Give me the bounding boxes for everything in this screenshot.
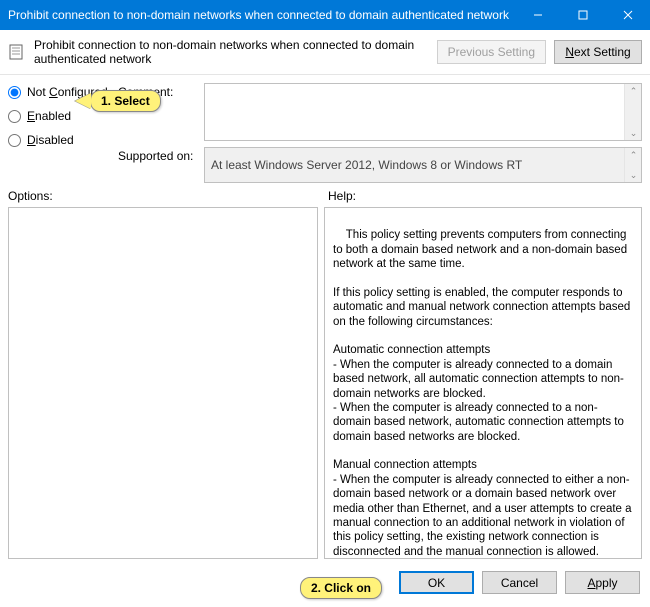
maximize-button[interactable] — [560, 0, 605, 30]
radio-disabled-label: Disabled — [27, 133, 74, 147]
titlebar: Prohibit connection to non-domain networ… — [0, 0, 650, 30]
chevron-down-icon: ⌄ — [625, 126, 642, 140]
dialog-button-row: OK Cancel Apply — [0, 565, 650, 602]
radio-disabled-input[interactable] — [8, 134, 21, 147]
fields-column: Comment: ⌃ ⌄ Supported on: At least Wind… — [118, 83, 642, 183]
previous-setting-label: Previous Setting — [448, 45, 535, 59]
main-split: This policy setting prevents computers f… — [0, 205, 650, 565]
apply-mnemonic: A — [587, 576, 595, 590]
help-label: Help: — [328, 189, 642, 203]
apply-label-rest: pply — [596, 576, 618, 590]
policy-header: Prohibit connection to non-domain networ… — [0, 30, 650, 75]
chevron-up-icon: ⌃ — [625, 84, 642, 98]
radio-not-configured[interactable]: Not Configured — [8, 85, 112, 99]
comment-row: Comment: ⌃ ⌄ — [118, 83, 642, 141]
comment-label: Comment: — [118, 83, 196, 141]
next-setting-mnemonic: N — [565, 45, 574, 59]
supported-row: Supported on: At least Windows Server 20… — [118, 147, 642, 183]
upper-section: Not Configured Enabled Disabled Comment:… — [0, 75, 650, 187]
radio-enabled-input[interactable] — [8, 110, 21, 123]
policy-heading: Prohibit connection to non-domain networ… — [34, 38, 429, 66]
comment-input[interactable]: ⌃ ⌄ — [204, 83, 642, 141]
window-title: Prohibit connection to non-domain networ… — [8, 8, 515, 22]
ok-button[interactable]: OK — [399, 571, 474, 594]
next-setting-label-rest: ext Setting — [574, 45, 631, 59]
help-panel[interactable]: This policy setting prevents computers f… — [324, 207, 642, 559]
ok-label: OK — [428, 576, 445, 590]
radio-enabled[interactable]: Enabled — [8, 109, 112, 123]
state-radio-group: Not Configured Enabled Disabled — [8, 83, 112, 183]
options-panel — [8, 207, 318, 559]
comment-scrollbar[interactable]: ⌃ ⌄ — [624, 84, 641, 140]
supported-on-box: At least Windows Server 2012, Windows 8 … — [204, 147, 642, 183]
policy-icon — [8, 43, 26, 61]
apply-button[interactable]: Apply — [565, 571, 640, 594]
cancel-button[interactable]: Cancel — [482, 571, 557, 594]
next-setting-button[interactable]: Next Setting — [554, 40, 642, 64]
radio-not-configured-input[interactable] — [8, 86, 21, 99]
help-text: This policy setting prevents computers f… — [333, 229, 635, 559]
cancel-label: Cancel — [501, 576, 538, 590]
close-button[interactable] — [605, 0, 650, 30]
supported-on-value: At least Windows Server 2012, Windows 8 … — [211, 158, 522, 172]
supported-scrollbar[interactable]: ⌃ ⌄ — [624, 148, 641, 182]
supported-label: Supported on: — [118, 147, 196, 183]
chevron-down-icon: ⌄ — [625, 168, 642, 182]
previous-setting-button: Previous Setting — [437, 40, 546, 64]
minimize-button[interactable] — [515, 0, 560, 30]
options-label: Options: — [8, 189, 318, 203]
chevron-up-icon: ⌃ — [625, 148, 642, 162]
radio-disabled[interactable]: Disabled — [8, 133, 112, 147]
radio-enabled-label: Enabled — [27, 109, 71, 123]
panel-labels-row: Options: Help: — [0, 187, 650, 205]
radio-not-configured-label: Not Configured — [27, 85, 108, 99]
